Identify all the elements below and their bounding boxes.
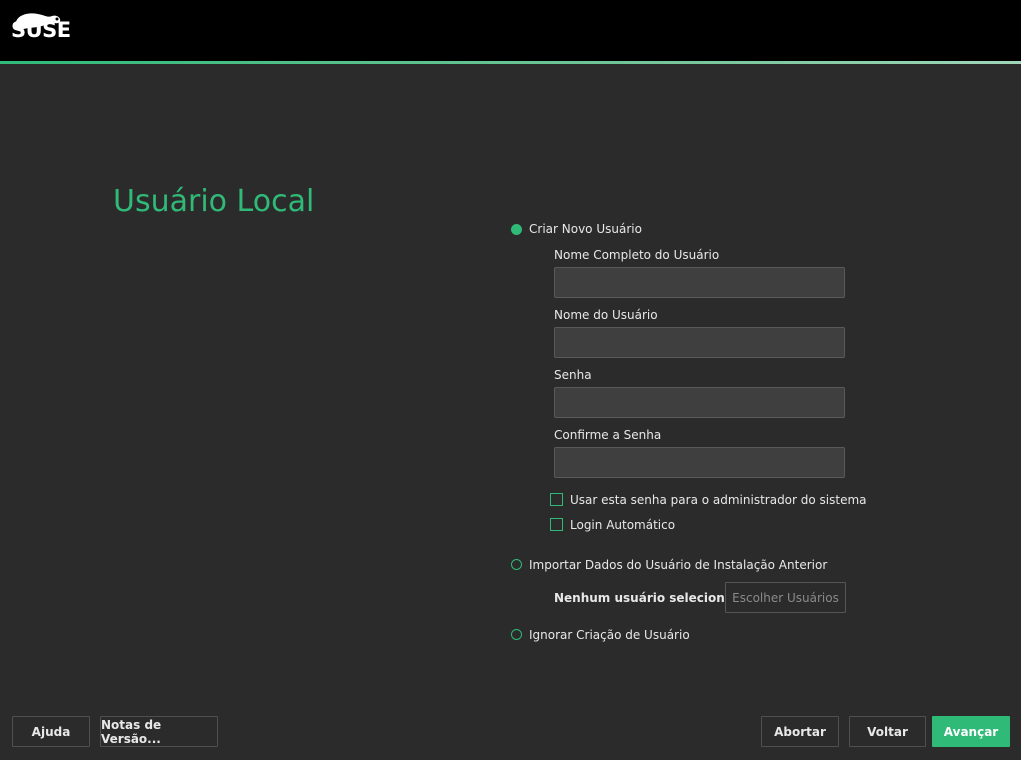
suse-logo-text: SUSE <box>11 18 71 42</box>
import-users-status: Nenhum usuário selecionado <box>554 591 750 605</box>
import-users-radio[interactable] <box>511 559 522 570</box>
password-field[interactable] <box>554 387 845 418</box>
create-new-user-label[interactable]: Criar Novo Usuário <box>529 222 642 236</box>
abort-button[interactable]: Abortar <box>761 716 839 747</box>
skip-user-creation-radio[interactable] <box>511 629 522 640</box>
choose-users-button[interactable]: Escolher Usuários <box>725 582 846 613</box>
skip-user-creation-label[interactable]: Ignorar Criação de Usuário <box>529 628 690 642</box>
next-button[interactable]: Avançar <box>932 716 1010 747</box>
username-field[interactable] <box>554 327 845 358</box>
confirm-password-field[interactable] <box>554 447 845 478</box>
create-new-user-radio[interactable] <box>511 224 522 235</box>
username-label: Nome do Usuário <box>554 308 658 322</box>
full-name-field[interactable] <box>554 267 845 298</box>
help-button[interactable]: Ajuda <box>12 716 90 747</box>
use-password-for-admin-checkbox[interactable] <box>550 493 563 506</box>
auto-login-checkbox[interactable] <box>550 518 563 531</box>
release-notes-button[interactable]: Notas de Versão... <box>100 716 218 747</box>
import-users-label[interactable]: Importar Dados do Usuário de Instalação … <box>529 558 827 572</box>
header-bar: SUSE <box>0 0 1021 61</box>
header-accent-line <box>0 61 1021 64</box>
back-button[interactable]: Voltar <box>849 716 926 747</box>
confirm-password-label: Confirme a Senha <box>554 428 662 442</box>
password-label: Senha <box>554 368 592 382</box>
auto-login-label[interactable]: Login Automático <box>570 518 675 532</box>
page-title: Usuário Local <box>113 184 315 219</box>
full-name-label: Nome Completo do Usuário <box>554 248 720 262</box>
use-password-for-admin-label[interactable]: Usar esta senha para o administrador do … <box>570 493 867 507</box>
